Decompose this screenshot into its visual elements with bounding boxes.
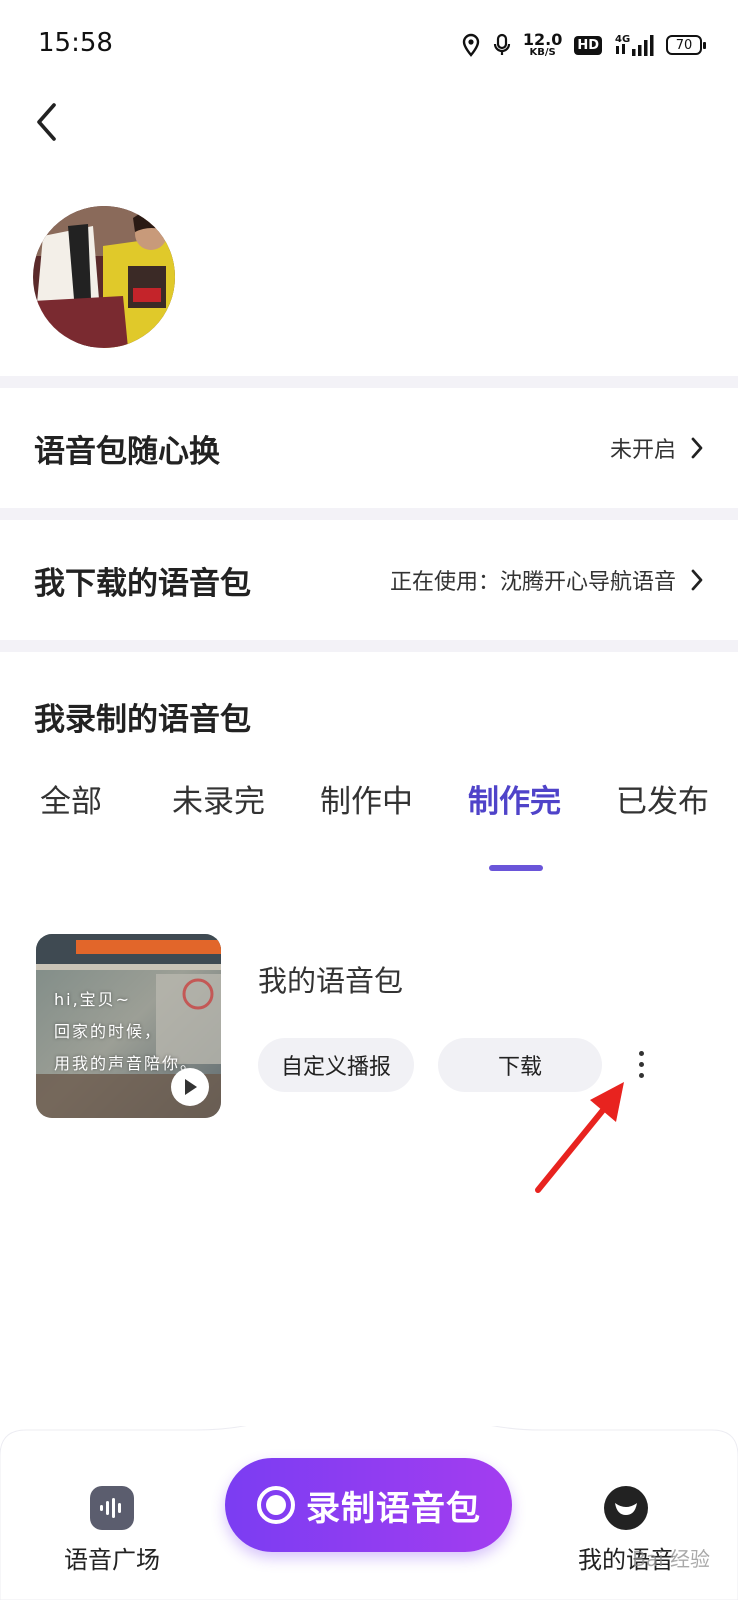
recorded-tabs: 全部 未录完 制作中 制作完 已发布 [0, 776, 738, 856]
voice-plaza-icon [90, 1486, 134, 1530]
tab-all[interactable]: 全部 [40, 776, 102, 821]
custom-broadcast-button[interactable]: 自定义播报 [258, 1038, 414, 1092]
bottom-navigation: 语音广场 录制语音包 我的语音 Bai 经验 [0, 1426, 738, 1600]
avatar[interactable] [33, 206, 175, 348]
downloaded-voice-current: 正在使用：沈腾开心导航语音 [389, 570, 676, 595]
record-icon [257, 1486, 295, 1524]
more-dot [638, 1050, 644, 1056]
signal-icon: 4G [614, 32, 654, 58]
chevron-right-icon [691, 437, 703, 459]
status-bar: 15:58 12.0 KB/S HD 4G 70 [0, 0, 738, 90]
active-tab-indicator [489, 865, 543, 871]
tab-unfinished[interactable]: 未录完 [172, 776, 265, 821]
record-voice-pack-button[interactable]: 录制语音包 [225, 1458, 512, 1552]
status-icons: 12.0 KB/S HD 4G 70 [461, 28, 706, 62]
voice-pack-name: 我的语音包 [258, 964, 404, 998]
location-icon [461, 33, 481, 57]
downloaded-voice-row[interactable]: 我下载的语音包 正在使用：沈腾开心导航语音 [0, 520, 738, 640]
voice-switch-right: 未开启 [610, 432, 704, 464]
back-arrow-icon [37, 103, 56, 141]
play-button[interactable] [171, 1068, 209, 1106]
battery-icon: 70 [666, 35, 706, 55]
cover-caption: hi,宝贝~ 回家的时候， 用我的声音陪你。 [54, 990, 199, 1073]
record-button-label: 录制语音包 [306, 1488, 481, 1529]
play-icon [185, 1079, 197, 1095]
back-button[interactable] [26, 96, 66, 148]
recorded-section-title: 我录制的语音包 [34, 702, 251, 738]
tab-published[interactable]: 已发布 [616, 776, 709, 821]
svg-text:4G: 4G [615, 34, 630, 45]
my-voice-icon [604, 1486, 648, 1530]
downloaded-voice-title: 我下载的语音包 [34, 565, 251, 602]
watermark: Bai 经验 [632, 1547, 710, 1571]
tab-in-production[interactable]: 制作中 [320, 776, 413, 821]
voice-switch-status: 未开启 [609, 438, 676, 463]
section-divider [0, 376, 738, 388]
voice-switch-row[interactable]: 语音包随心换 未开启 [0, 388, 738, 508]
microphone-icon [493, 33, 511, 57]
voice-switch-title: 语音包随心换 [34, 433, 220, 470]
status-time: 15:58 [38, 28, 113, 58]
tab-completed[interactable]: 制作完 [468, 776, 561, 821]
voice-pack-cover[interactable]: hi,宝贝~ 回家的时候， 用我的声音陪你。 [36, 934, 221, 1118]
more-dot [638, 1061, 644, 1067]
user-avatar-photo [33, 206, 175, 348]
red-arrow-annotation [535, 1082, 624, 1193]
section-divider [0, 508, 738, 520]
voice-plaza-label: 语音广场 [64, 1546, 160, 1574]
downloaded-voice-right: 正在使用：沈腾开心导航语音 [390, 564, 704, 596]
network-speed: 12.0 KB/S [522, 30, 563, 58]
chevron-right-icon [691, 569, 703, 591]
nav-voice-plaza[interactable]: 语音广场 [47, 1486, 177, 1575]
hd-badge: HD [574, 35, 602, 55]
section-divider [0, 640, 738, 652]
